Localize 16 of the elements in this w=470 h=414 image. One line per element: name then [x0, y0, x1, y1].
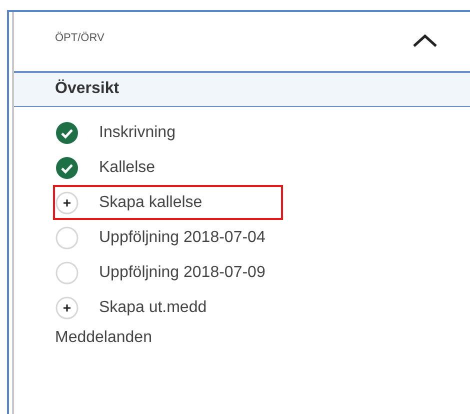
empty-circle-icon: [55, 226, 79, 250]
messages-link[interactable]: Meddelanden: [55, 329, 152, 347]
panel-title: ÖPT/ÖRV: [55, 32, 104, 44]
check-circle-icon: [55, 156, 79, 180]
plus-circle-icon: [55, 190, 79, 214]
nav-item[interactable]: Uppföljning 2018-07-09: [53, 255, 283, 290]
section-header: Översikt: [14, 73, 470, 107]
nav-item[interactable]: Kallelse: [53, 150, 283, 185]
chevron-icon: [412, 34, 438, 48]
plus-circle-icon: [55, 296, 79, 320]
nav-item[interactable]: Uppföljning 2018-07-04: [53, 220, 283, 255]
empty-circle-icon: [55, 260, 79, 284]
check-circle-icon: [55, 120, 79, 144]
nav-item[interactable]: Skapa ut.medd: [53, 290, 283, 325]
nav-item[interactable]: Skapa kallelse: [53, 185, 283, 220]
nav-item[interactable]: Inskrivning: [53, 115, 283, 150]
